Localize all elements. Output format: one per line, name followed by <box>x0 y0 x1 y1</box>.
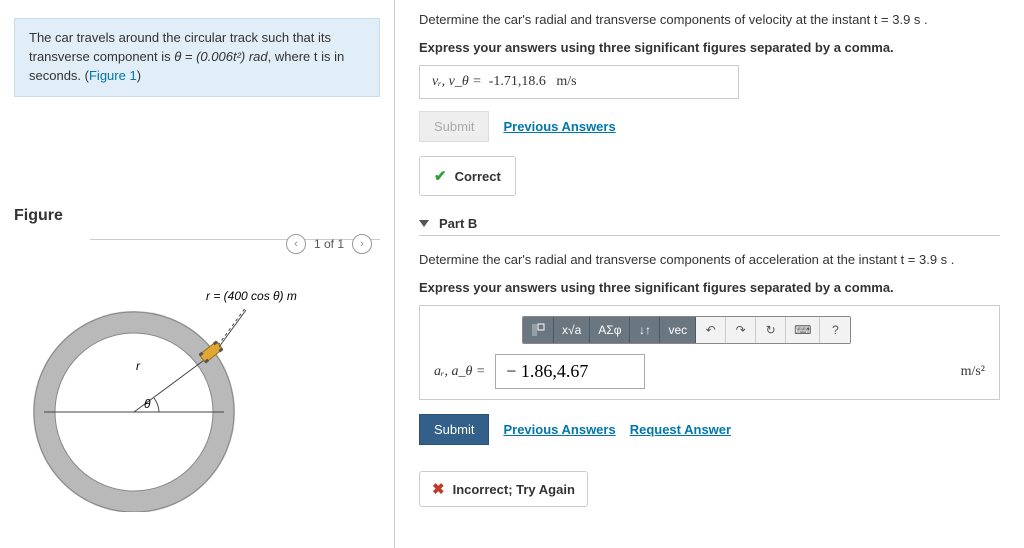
partb-instruction: Express your answers using three signifi… <box>419 278 1000 298</box>
theta-label-svg: θ <box>144 397 151 411</box>
toolbar-reset-button[interactable]: ↻ <box>756 317 786 343</box>
partb-var-label: aᵣ, a_θ = <box>434 364 485 380</box>
toolbar-root-button[interactable]: x√a <box>554 317 590 343</box>
partb-incorrect-feedback: ✖ Incorrect; Try Again <box>419 471 588 507</box>
figure-heading: Figure <box>0 207 394 233</box>
partb-answer-input[interactable] <box>495 354 645 389</box>
toolbar-undo-button[interactable]: ↶ <box>696 317 726 343</box>
problem-formula: θ = (0.006t²) rad <box>174 49 267 64</box>
partb-title: Part B <box>439 216 477 231</box>
toolbar-updown-button[interactable]: ↓↑ <box>630 317 660 343</box>
r-formula-svg: r = (400 cos θ) m <box>206 289 297 303</box>
figure-diagram: θ r r = (400 cos θ) m <box>0 240 394 527</box>
toolbar-keyboard-button[interactable]: ⌨ <box>786 317 820 343</box>
figure-next-button[interactable]: › <box>352 234 372 254</box>
partb-request-answer-link[interactable]: Request Answer <box>630 422 731 437</box>
figure-nav-label: 1 of 1 <box>314 237 344 251</box>
partb-answer-box: x√a ΑΣφ ↓↑ vec ↶ ↷ ↻ ⌨ ? aᵣ, a_θ = m/s² <box>419 305 1000 400</box>
toolbar-redo-button[interactable]: ↷ <box>726 317 756 343</box>
r-label-svg: r <box>136 359 141 373</box>
partb-header[interactable]: Part B <box>419 216 1000 236</box>
partb-submit-button[interactable]: Submit <box>419 414 489 445</box>
parta-answer-display: vᵣ, v_θ = -1.71,18.6 m/s <box>419 65 739 99</box>
toolbar-vec-button[interactable]: vec <box>660 317 696 343</box>
figure-prev-button[interactable]: ‹ <box>286 234 306 254</box>
toolbar-greek-button[interactable]: ΑΣφ <box>590 317 630 343</box>
incorrect-label: Incorrect; Try Again <box>453 482 575 497</box>
parta-previous-answers-link[interactable]: Previous Answers <box>503 119 615 134</box>
parta-instruction: Express your answers using three signifi… <box>419 38 1000 58</box>
problem-statement: The car travels around the circular trac… <box>14 18 380 97</box>
parta-value: -1.71,18.6 <box>489 74 546 89</box>
partb-previous-answers-link[interactable]: Previous Answers <box>503 422 615 437</box>
figure-link[interactable]: Figure 1 <box>89 68 137 83</box>
cross-icon: ✖ <box>432 480 445 498</box>
toolbar-templates-button[interactable] <box>523 317 554 343</box>
toolbar-help-button[interactable]: ? <box>820 317 850 343</box>
chevron-down-icon <box>419 220 429 227</box>
partb-prompt: Determine the car's radial and transvers… <box>419 250 1000 270</box>
parta-correct-feedback: ✔ Correct <box>419 156 516 196</box>
check-icon: ✔ <box>434 167 447 185</box>
parta-prompt: Determine the car's radial and transvers… <box>419 10 1000 30</box>
correct-label: Correct <box>455 169 501 184</box>
parta-unit: m/s <box>556 74 576 89</box>
partb-unit: m/s² <box>961 364 985 380</box>
problem-text-suffix: ) <box>137 68 141 83</box>
parta-submit-button: Submit <box>419 111 489 142</box>
equation-toolbar: x√a ΑΣφ ↓↑ vec ↶ ↷ ↻ ⌨ ? <box>522 316 851 344</box>
parta-var-label: vᵣ, v_θ = <box>432 74 482 89</box>
